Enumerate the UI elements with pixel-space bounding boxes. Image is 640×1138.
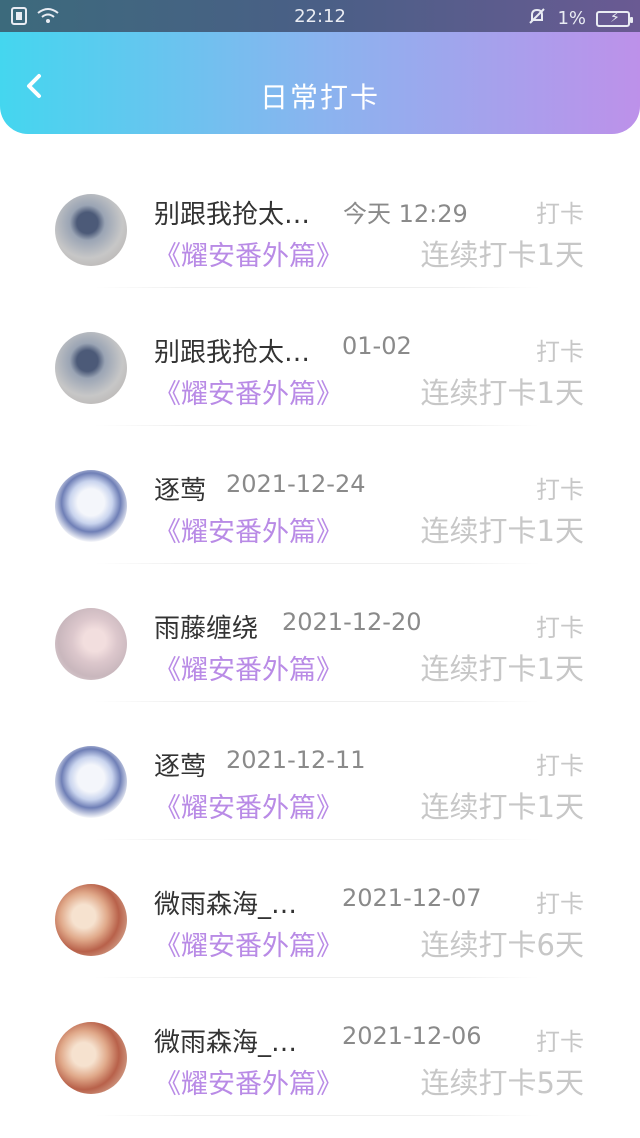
checkin-time: 2021-12-24 bbox=[226, 470, 366, 498]
divider bbox=[95, 1115, 540, 1116]
battery-percent: 1% bbox=[557, 8, 586, 29]
book-title[interactable]: 《耀安番外篇》 bbox=[154, 648, 343, 687]
status-right-icons: 1% ⚡ bbox=[527, 6, 633, 31]
avatar[interactable] bbox=[55, 332, 127, 404]
list-item[interactable]: 微雨森海_… 2021-12-07 《耀安番外篇》 打卡 连续打卡6天 bbox=[0, 840, 640, 978]
status-bar: 22:12 1% ⚡ bbox=[0, 0, 640, 32]
user-name[interactable]: 雨藤缠绕 bbox=[154, 608, 258, 645]
user-name[interactable]: 微雨森海_… bbox=[154, 1022, 297, 1059]
user-name[interactable]: 逐莺 bbox=[154, 470, 206, 507]
checkin-time: 01-02 bbox=[342, 332, 412, 360]
book-title[interactable]: 《耀安番外篇》 bbox=[154, 372, 343, 411]
streak-text: 连续打卡1天 bbox=[420, 790, 584, 824]
checkin-list: 别跟我抢太… 今天 12:29 《耀安番外篇》 打卡 连续打卡1天 别跟我抢太…… bbox=[0, 150, 640, 1116]
checkin-label: 打卡 bbox=[536, 476, 584, 504]
list-item[interactable]: 别跟我抢太… 01-02 《耀安番外篇》 打卡 连续打卡1天 bbox=[0, 288, 640, 426]
avatar[interactable] bbox=[55, 884, 127, 956]
mute-bell-icon bbox=[527, 6, 547, 31]
streak-text: 连续打卡6天 bbox=[420, 928, 584, 962]
checkin-label: 打卡 bbox=[536, 890, 584, 918]
avatar[interactable] bbox=[55, 194, 127, 266]
list-item[interactable]: 微雨森海_… 2021-12-06 《耀安番外篇》 打卡 连续打卡5天 bbox=[0, 978, 640, 1116]
header: 日常打卡 bbox=[0, 32, 640, 134]
checkin-time: 2021-12-11 bbox=[226, 746, 366, 774]
checkin-label: 打卡 bbox=[536, 752, 584, 780]
checkin-time: 2021-12-07 bbox=[342, 884, 482, 912]
streak-text: 连续打卡5天 bbox=[420, 1066, 584, 1100]
streak-text: 连续打卡1天 bbox=[420, 238, 584, 272]
avatar[interactable] bbox=[55, 608, 127, 680]
book-title[interactable]: 《耀安番外篇》 bbox=[154, 1062, 343, 1101]
checkin-time: 2021-12-20 bbox=[282, 608, 422, 636]
streak-text: 连续打卡1天 bbox=[420, 514, 584, 548]
battery-charging-icon: ⚡ bbox=[596, 10, 633, 27]
user-name[interactable]: 逐莺 bbox=[154, 746, 206, 783]
user-name[interactable]: 别跟我抢太… bbox=[154, 194, 310, 231]
streak-text: 连续打卡1天 bbox=[420, 376, 584, 410]
book-title[interactable]: 《耀安番外篇》 bbox=[154, 234, 343, 273]
checkin-label: 打卡 bbox=[536, 614, 584, 642]
streak-text: 连续打卡1天 bbox=[420, 652, 584, 686]
list-item[interactable]: 逐莺 2021-12-24 《耀安番外篇》 打卡 连续打卡1天 bbox=[0, 426, 640, 564]
user-name[interactable]: 别跟我抢太… bbox=[154, 332, 310, 369]
avatar[interactable] bbox=[55, 1022, 127, 1094]
list-item[interactable]: 别跟我抢太… 今天 12:29 《耀安番外篇》 打卡 连续打卡1天 bbox=[0, 150, 640, 288]
checkin-label: 打卡 bbox=[536, 200, 584, 228]
avatar[interactable] bbox=[55, 746, 127, 818]
user-name[interactable]: 微雨森海_… bbox=[154, 884, 297, 921]
list-item[interactable]: 逐莺 2021-12-11 《耀安番外篇》 打卡 连续打卡1天 bbox=[0, 702, 640, 840]
checkin-time: 2021-12-06 bbox=[342, 1022, 482, 1050]
avatar[interactable] bbox=[55, 470, 127, 542]
checkin-label: 打卡 bbox=[536, 1028, 584, 1056]
checkin-label: 打卡 bbox=[536, 338, 584, 366]
page-title: 日常打卡 bbox=[259, 81, 380, 114]
book-title[interactable]: 《耀安番外篇》 bbox=[154, 786, 343, 825]
checkin-time: 今天 12:29 bbox=[343, 200, 468, 228]
book-title[interactable]: 《耀安番外篇》 bbox=[154, 924, 343, 963]
list-item[interactable]: 雨藤缠绕 2021-12-20 《耀安番外篇》 打卡 连续打卡1天 bbox=[0, 564, 640, 702]
book-title[interactable]: 《耀安番外篇》 bbox=[154, 510, 343, 549]
